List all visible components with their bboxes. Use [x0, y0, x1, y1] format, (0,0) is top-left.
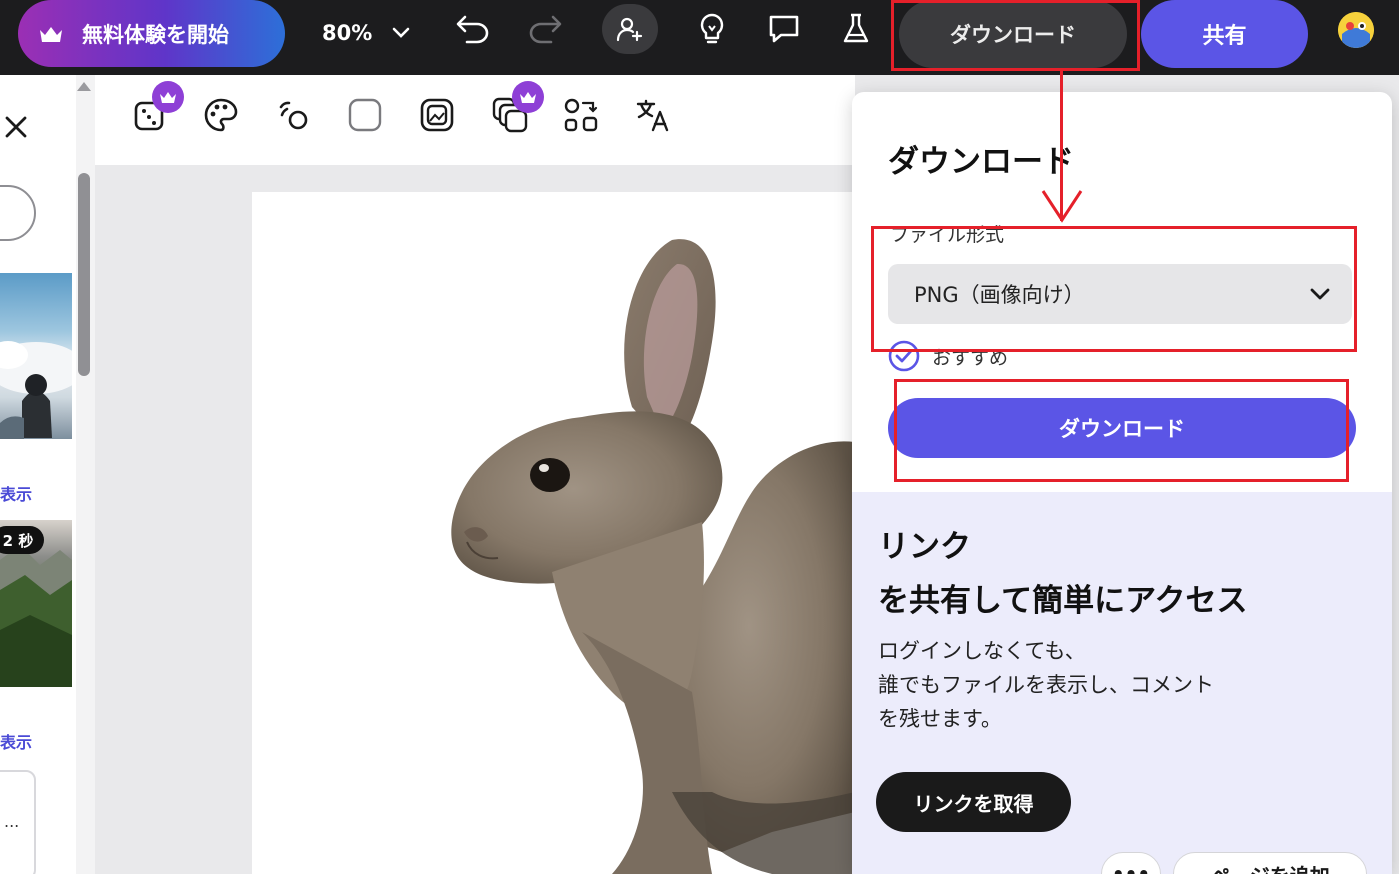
- add-page-button[interactable]: ページを追加: [1173, 852, 1367, 874]
- add-user-icon: [616, 17, 643, 42]
- animate-icon: [279, 101, 308, 130]
- premium-crown-icon: [152, 81, 184, 113]
- chevron-down-icon: [1310, 288, 1330, 300]
- premium-crown-icon: [512, 81, 544, 113]
- transform-tool[interactable]: [561, 95, 601, 135]
- recommended-label: おすすめ: [932, 346, 1009, 369]
- start-free-trial-label: 無料体験を開始: [82, 22, 229, 47]
- add-collaborator-button[interactable]: [602, 4, 658, 54]
- translate-icon: [636, 99, 669, 132]
- rabbit-image[interactable]: [252, 192, 855, 874]
- card-ellipsis: ...: [4, 812, 20, 831]
- promo-title: リンク を共有して簡単にアクセス: [878, 520, 1248, 628]
- flask-icon[interactable]: [836, 9, 876, 49]
- download-top-label: ダウンロード: [950, 23, 1076, 47]
- add-page-label: ページを追加: [1210, 860, 1330, 874]
- more-options-label: •••: [1111, 862, 1151, 874]
- effects-tool[interactable]: [130, 81, 184, 135]
- editor-toolbar: [95, 75, 855, 165]
- promo-description: ログインしなくても、 誰でもファイルを表示し、コメント を残せます。: [878, 634, 1214, 736]
- zoom-selector[interactable]: 80%: [322, 16, 410, 50]
- layers-tool[interactable]: [490, 81, 544, 135]
- transform-swap-icon: [564, 98, 598, 132]
- image-frame-icon: [420, 98, 454, 132]
- translate-tool[interactable]: [633, 95, 673, 135]
- promo-title-line-2: を共有して簡単にアクセス: [878, 583, 1248, 619]
- more-options-button[interactable]: •••: [1101, 852, 1161, 874]
- share-label: 共有: [1202, 24, 1247, 49]
- undo-icon[interactable]: [453, 9, 493, 49]
- share-link-promo: リンク を共有して簡単にアクセス ログインしなくても、 誰でもファイルを表示し、…: [852, 492, 1392, 874]
- download-button-label: ダウンロード: [1059, 417, 1185, 441]
- duration-badge: 2 秒: [0, 526, 44, 554]
- start-free-trial-button[interactable]: 無料体験を開始: [18, 0, 285, 67]
- chevron-down-icon: [392, 27, 410, 38]
- design-page[interactable]: [252, 192, 855, 874]
- avatar[interactable]: [1338, 12, 1374, 48]
- download-panel: ダウンロード ファイル形式 PNG（画像向け） おすすめ ダウンロード リンク …: [852, 92, 1392, 874]
- file-format-select[interactable]: PNG（画像向け）: [888, 264, 1352, 324]
- recommended-indicator: おすすめ: [888, 340, 1008, 372]
- promo-body-line-2: 誰でもファイルを表示し、コメント: [878, 673, 1214, 697]
- promo-body-line-3: を残せます。: [878, 707, 1002, 731]
- close-icon[interactable]: [4, 115, 28, 139]
- redo-icon[interactable]: [525, 9, 565, 49]
- palette-icon: [204, 98, 238, 132]
- image-edit-tool[interactable]: [417, 95, 457, 135]
- crown-icon: [40, 26, 62, 42]
- check-circle-icon: [888, 340, 920, 372]
- share-button[interactable]: 共有: [1141, 0, 1308, 68]
- template-thumbnail-1[interactable]: [0, 273, 72, 439]
- template-card-stub[interactable]: ...: [0, 770, 36, 874]
- promo-title-line-1: リンク: [878, 529, 971, 565]
- download-button[interactable]: ダウンロード: [888, 398, 1356, 458]
- panel-option-button[interactable]: [0, 185, 36, 241]
- animate-tool[interactable]: [273, 95, 313, 135]
- show-more-link-1[interactable]: 表示: [0, 481, 32, 505]
- color-palette-tool[interactable]: [201, 95, 241, 135]
- scroll-up-arrow-icon[interactable]: [77, 82, 91, 91]
- frame-tool[interactable]: [345, 95, 385, 135]
- get-link-label: リンクを取得: [913, 791, 1034, 816]
- get-link-button[interactable]: リンクを取得: [876, 772, 1071, 832]
- top-bar: 無料体験を開始 80% ダウンロード 共有: [0, 0, 1399, 75]
- show-more-link-2[interactable]: 表示: [0, 729, 32, 753]
- download-top-button[interactable]: ダウンロード: [899, 0, 1127, 68]
- annotation-arrow-head: [1041, 190, 1083, 223]
- comment-icon[interactable]: [764, 9, 804, 49]
- square-frame-icon: [348, 98, 382, 132]
- download-panel-title: ダウンロード: [888, 144, 1074, 180]
- lightbulb-icon[interactable]: [692, 9, 732, 49]
- scrollbar-thumb[interactable]: [78, 173, 90, 376]
- promo-body-line-1: ログインしなくても、: [878, 639, 1086, 663]
- zoom-value: 80%: [322, 21, 373, 45]
- file-format-label: ファイル形式: [890, 224, 1005, 246]
- file-format-value: PNG（画像向け）: [914, 283, 1085, 307]
